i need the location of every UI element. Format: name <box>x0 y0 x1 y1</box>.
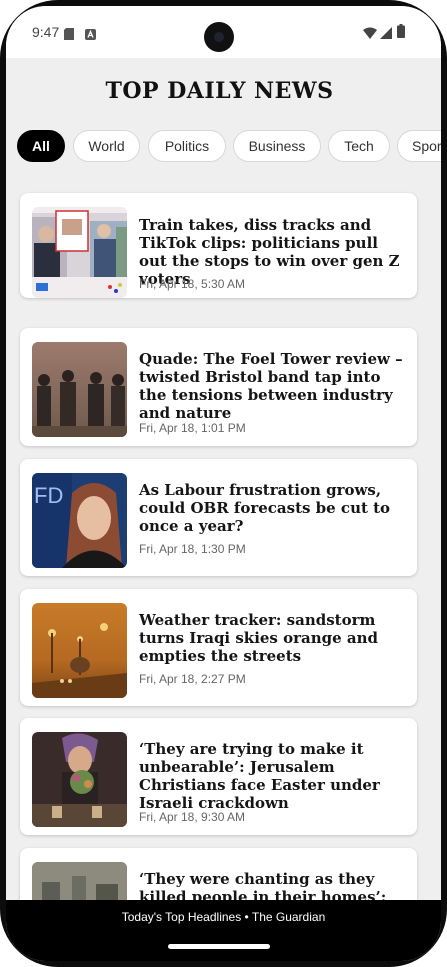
article-thumbnail <box>32 342 127 437</box>
article-card[interactable]: Quade: The Foel Tower review – twisted B… <box>20 328 417 446</box>
chip-tech[interactable]: Tech <box>328 130 390 162</box>
home-indicator[interactable] <box>168 944 270 949</box>
article-card[interactable]: Weather tracker: sandstorm turns Iraqi s… <box>20 589 417 706</box>
news-feed[interactable]: Train takes, diss tracks and TikTok clip… <box>6 178 433 900</box>
status-bar: 9:47 <box>6 6 441 58</box>
sd-card-icon <box>64 27 74 45</box>
article-card[interactable]: FD As Labour frustration grows, could OB… <box>20 459 417 576</box>
bottom-bar: Today's Top Headlines • The Guardian <box>6 900 441 961</box>
chip-all[interactable]: All <box>17 130 65 162</box>
article-date: Fri, Apr 18, 9:30 AM <box>139 810 246 824</box>
article-thumbnail: FD <box>32 473 127 568</box>
article-headline: ‘They are trying to make it unbearable’:… <box>139 740 380 812</box>
front-camera <box>204 22 234 52</box>
article-thumbnail <box>32 207 127 298</box>
article-date: Fri, Apr 18, 1:30 PM <box>139 542 246 556</box>
article-date: Fri, Apr 18, 2:27 PM <box>139 672 246 686</box>
chip-politics[interactable]: Politics <box>148 130 226 162</box>
chip-sports[interactable]: Sports <box>397 130 441 162</box>
app-screen: 9:47 TOP DAILY NEWS All World Politics B… <box>6 6 441 961</box>
article-headline: Quade: The Foel Tower review – twisted B… <box>139 350 403 422</box>
article-card[interactable]: ‘They are trying to make it unbearable’:… <box>20 718 417 835</box>
wifi-icon <box>363 26 377 44</box>
cellular-signal-icon <box>380 26 392 44</box>
article-thumbnail <box>32 732 127 827</box>
chip-business[interactable]: Business <box>233 130 321 162</box>
category-chips: All World Politics Business Tech Sports <box>6 125 441 179</box>
article-thumbnail <box>32 862 127 900</box>
svg-text:FD: FD <box>34 483 63 508</box>
battery-icon <box>397 24 405 43</box>
feed-scrollbar[interactable] <box>433 178 441 900</box>
article-headline: ‘They were chanting as they killed peopl… <box>139 870 387 900</box>
article-card[interactable]: ‘They were chanting as they killed peopl… <box>20 848 417 900</box>
article-headline: Weather tracker: sandstorm turns Iraqi s… <box>139 611 379 665</box>
article-thumbnail <box>32 603 127 698</box>
chip-world[interactable]: World <box>73 130 140 162</box>
app-notification-icon <box>85 27 96 45</box>
article-date: Fri, Apr 18, 1:01 PM <box>139 421 246 435</box>
article-headline: As Labour frustration grows, could OBR f… <box>139 481 391 535</box>
footer-attribution: Today's Top Headlines • The Guardian <box>121 910 326 924</box>
app-title: TOP DAILY NEWS <box>105 78 334 104</box>
article-date: Fri, Apr 18, 5:30 AM <box>139 277 246 291</box>
status-time: 9:47 <box>32 24 60 40</box>
app-header: TOP DAILY NEWS <box>6 58 441 125</box>
article-card[interactable]: Train takes, diss tracks and TikTok clip… <box>20 193 417 298</box>
